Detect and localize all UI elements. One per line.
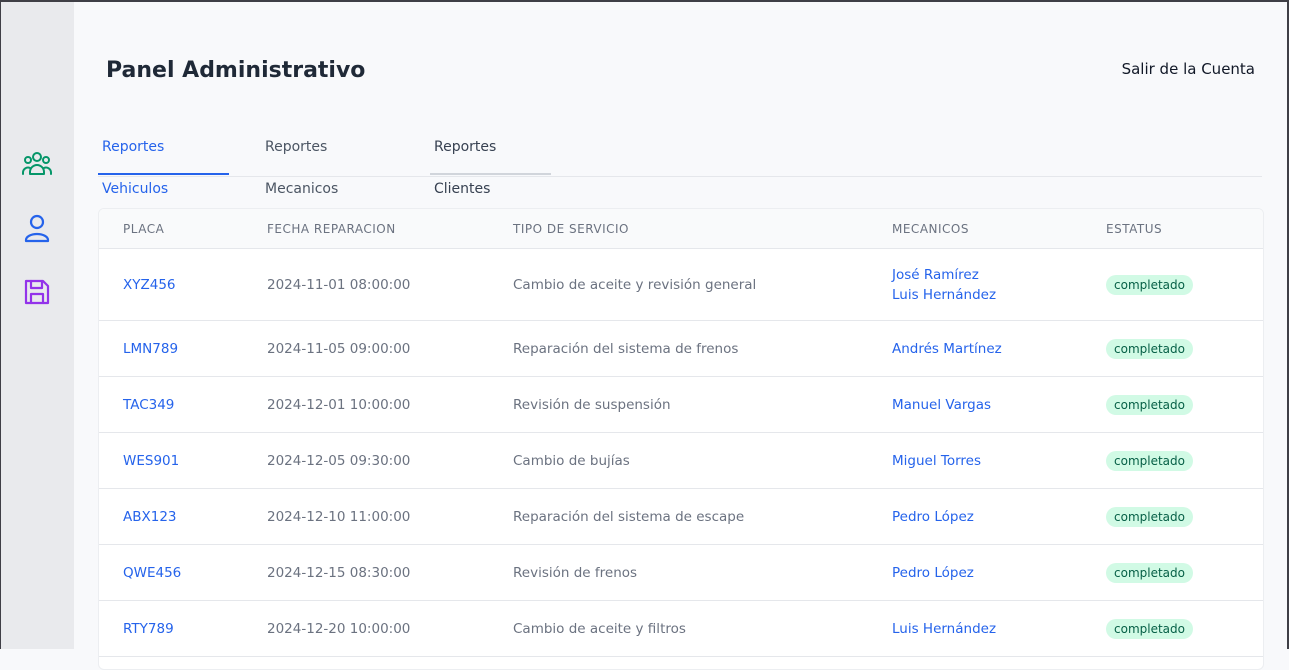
placa-link[interactable]: ABX123 — [123, 509, 177, 525]
status-badge: completado — [1106, 394, 1193, 415]
fecha-cell: 2024-12-20 10:00:00 — [267, 620, 411, 637]
reports-table-card: PLACA FECHA REPARACION TIPO DE SERVICIO … — [98, 208, 1264, 670]
servicio-cell: Reparación del sistema de escape — [513, 508, 745, 525]
servicio-cell: Cambio de aceite y filtros — [513, 620, 686, 637]
mecanico-link[interactable]: Miguel Torres — [892, 451, 1106, 471]
table-row: RTY789 2024-12-20 10:00:00 Cambio de ace… — [99, 600, 1263, 657]
mecanico-link[interactable]: Pedro López — [892, 507, 1106, 527]
servicio-cell: Reparación del sistema de frenos — [513, 340, 739, 357]
status-badge: completado — [1106, 450, 1193, 471]
servicio-cell: Cambio de bujías — [513, 452, 630, 469]
table-row: LMN789 2024-11-05 09:00:00 Reparación de… — [99, 320, 1263, 377]
status-badge: completado — [1106, 338, 1193, 359]
placa-link[interactable]: RTY789 — [123, 621, 174, 637]
user-icon[interactable] — [21, 212, 53, 244]
column-header-mecanicos: MECANICOS — [892, 209, 1106, 249]
placa-link[interactable]: QWE456 — [123, 565, 181, 581]
logout-link[interactable]: Salir de la Cuenta — [1122, 60, 1255, 78]
mecanico-link[interactable]: Luis Hernández — [892, 285, 1106, 305]
column-header-servicio: TIPO DE SERVICIO — [513, 209, 892, 249]
fecha-cell: 2024-12-10 11:00:00 — [267, 508, 411, 525]
reports-table: PLACA FECHA REPARACION TIPO DE SERVICIO … — [99, 209, 1263, 657]
status-badge: completado — [1106, 274, 1193, 295]
table-row: QWE456 2024-12-15 08:30:00 Revisión de f… — [99, 544, 1263, 601]
table-row: TAC349 2024-12-01 10:00:00 Revisión de s… — [99, 376, 1263, 433]
tab-bar: Reportes Vehiculos Reportes Mecanicos Re… — [98, 126, 1262, 197]
placa-link[interactable]: WES901 — [123, 453, 179, 469]
column-header-placa: PLACA — [99, 209, 267, 249]
status-badge: completado — [1106, 618, 1193, 639]
table-row: WES901 2024-12-05 09:30:00 Cambio de buj… — [99, 432, 1263, 489]
fecha-cell: 2024-11-05 09:00:00 — [267, 340, 411, 357]
column-header-fecha: FECHA REPARACION — [267, 209, 513, 249]
servicio-cell: Revisión de frenos — [513, 564, 638, 581]
mecanico-link[interactable]: Manuel Vargas — [892, 395, 1106, 415]
servicio-cell: Cambio de aceite y revisión general — [513, 276, 757, 293]
table-row: XYZ456 2024-11-01 08:00:00 Cambio de ace… — [99, 248, 1263, 321]
tab-reportes-clientes[interactable]: Reportes Clientes — [430, 126, 551, 197]
placa-link[interactable]: XYZ456 — [123, 277, 176, 293]
status-badge: completado — [1106, 506, 1193, 527]
sidebar — [0, 0, 74, 649]
main-content: Panel Administrativo Salir de la Cuenta … — [74, 0, 1289, 670]
save-icon[interactable] — [21, 276, 53, 308]
column-header-estatus: ESTATUS — [1106, 209, 1263, 249]
servicio-cell: Revisión de suspensión — [513, 396, 671, 413]
fecha-cell: 2024-12-01 10:00:00 — [267, 396, 411, 413]
mecanico-link[interactable]: José Ramírez — [892, 265, 1106, 285]
table-header-row: PLACA FECHA REPARACION TIPO DE SERVICIO … — [99, 209, 1263, 249]
status-badge: completado — [1106, 562, 1193, 583]
fecha-cell: 2024-12-05 09:30:00 — [267, 452, 411, 469]
fecha-cell: 2024-12-15 08:30:00 — [267, 564, 411, 581]
fecha-cell: 2024-11-01 08:00:00 — [267, 276, 411, 293]
tab-reportes-mecanicos[interactable]: Reportes Mecanicos — [261, 126, 397, 197]
mecanico-link[interactable]: Luis Hernández — [892, 619, 1106, 639]
table-row: ABX123 2024-12-10 11:00:00 Reparación de… — [99, 488, 1263, 545]
mecanico-link[interactable]: Pedro López — [892, 563, 1106, 583]
tab-reportes-vehiculos[interactable]: Reportes Vehiculos — [98, 126, 229, 197]
page-title: Panel Administrativo — [106, 58, 366, 83]
placa-link[interactable]: LMN789 — [123, 341, 178, 357]
mecanico-link[interactable]: Andrés Martínez — [892, 339, 1106, 359]
users-group-icon[interactable] — [21, 148, 53, 180]
placa-link[interactable]: TAC349 — [123, 397, 174, 413]
